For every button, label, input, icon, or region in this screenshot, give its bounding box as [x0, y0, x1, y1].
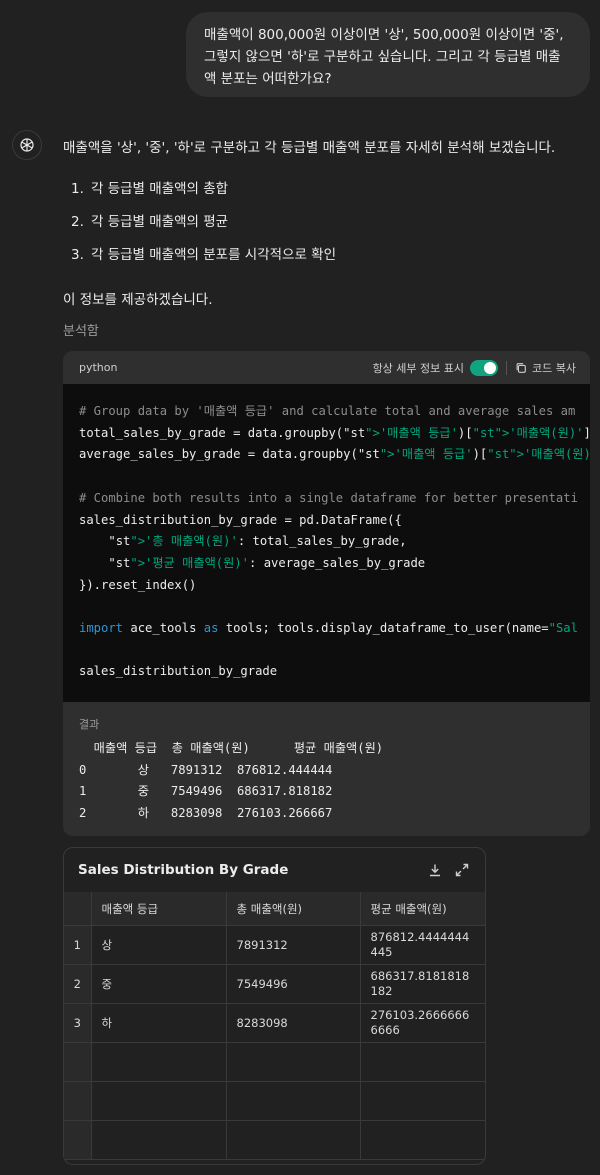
empty-row: [64, 1042, 485, 1082]
cell-avg[interactable]: 686317.8181818182: [360, 964, 485, 1004]
details-toggle-group[interactable]: 항상 세부 정보 표시: [372, 359, 499, 376]
result-line: 매출액 등급 총 매출액(원) 평균 매출액(원): [79, 741, 384, 755]
list-item: 3. 각 등급별 매출액의 분포를 시각적으로 확인: [71, 247, 337, 263]
code-line: import ace_tools as tools; tools.display…: [79, 621, 578, 636]
dataframe-title: Sales Distribution By Grade: [78, 862, 289, 878]
user-message-bubble: 매출액이 800,000원 이상이면 '상', 500,000원 이상이면 '중…: [186, 12, 590, 97]
copy-code-button[interactable]: 코드 복사: [515, 360, 576, 376]
assistant-intro: 매출액을 '상', '중', '하'로 구분하고 각 등급별 매출액 분포를 자…: [63, 140, 556, 156]
result-panel: 결과 매출액 등급 총 매출액(원) 평균 매출액(원) 0 상 7891312…: [63, 702, 590, 836]
code-line: "st">'평균 매출액(원)': average_sales_by_grade: [108, 555, 426, 570]
cell-total[interactable]: 7891312: [226, 925, 361, 965]
table-row[interactable]: 1 상 7891312 876812.4444444445: [64, 925, 485, 965]
code-card: python 항상 세부 정보 표시 코드 복사 # Group data by…: [63, 351, 590, 836]
code-line: # Group data by '매출액 등급' and calculate t…: [79, 404, 576, 418]
column-header[interactable]: 평균 매출액(원): [360, 892, 485, 926]
result-line: 2 하 8283098 276103.266667: [79, 805, 333, 820]
code-line: sales_distribution_by_grade = pd.DataFra…: [79, 512, 402, 527]
result-label: 결과: [79, 718, 100, 731]
code-line: total_sales_by_grade = data.groupby("st"…: [79, 425, 590, 440]
code-header: python 항상 세부 정보 표시 코드 복사: [63, 351, 590, 384]
column-header[interactable]: [64, 892, 92, 926]
code-line: # Combine both results into a single dat…: [79, 490, 578, 505]
expand-icon[interactable]: [453, 861, 471, 879]
empty-row: [64, 1081, 485, 1121]
header-divider: [506, 360, 508, 375]
copy-code-label: 코드 복사: [532, 361, 576, 375]
copy-icon: [516, 362, 526, 373]
code-body: # Group data by '매출액 등급' and calculate t…: [63, 384, 590, 702]
column-header[interactable]: 매출액 등급: [91, 892, 227, 926]
result-output: 매출액 등급 총 매출액(원) 평균 매출액(원) 0 상 7891312 87…: [79, 738, 590, 824]
code-language: python: [79, 361, 118, 374]
cell-total[interactable]: 8283098: [226, 1003, 361, 1043]
code-line: sales_distribution_by_grade: [79, 664, 278, 679]
download-icon[interactable]: [426, 861, 444, 879]
dataframe-table: 매출액 등급 총 매출액(원) 평균 매출액(원) 1 상 7891312 87…: [64, 892, 485, 1160]
cell-grade[interactable]: 상: [91, 925, 227, 965]
cell-total[interactable]: 7549496: [226, 964, 361, 1004]
table-row[interactable]: 3 하 8283098 276103.26666666666: [64, 1003, 485, 1043]
code-content: # Group data by '매출액 등급' and calculate t…: [63, 384, 590, 683]
table-header-row: 매출액 등급 총 매출액(원) 평균 매출액(원): [64, 892, 485, 926]
table-row[interactable]: 2 중 7549496 686317.8181818182: [64, 964, 485, 1004]
code-line: "st">'총 매출액(원)': total_sales_by_grade,: [108, 534, 407, 549]
row-index: 3: [64, 1003, 92, 1043]
cell-avg[interactable]: 876812.4444444445: [360, 925, 485, 965]
empty-row: [64, 1120, 485, 1160]
result-line: 1 중 7549496 686317.818182: [79, 784, 333, 798]
row-index: 2: [64, 964, 92, 1004]
cell-avg[interactable]: 276103.26666666666: [360, 1003, 485, 1043]
assistant-avatar: [12, 130, 42, 160]
list-item: 1. 각 등급별 매출액의 총합: [71, 181, 229, 197]
cell-grade[interactable]: 중: [91, 964, 227, 1004]
dataframe-header: Sales Distribution By Grade: [64, 848, 485, 892]
user-message-text: 매출액이 800,000원 이상이면 '상', 500,000원 이상이면 '중…: [204, 27, 564, 87]
details-toggle[interactable]: [470, 359, 499, 376]
toggle-label: 항상 세부 정보 표시: [372, 361, 465, 375]
code-line: }).reset_index(): [79, 577, 197, 592]
cell-grade[interactable]: 하: [91, 1003, 227, 1043]
list-item: 2. 각 등급별 매출액의 평균: [71, 214, 229, 230]
assistant-outro: 이 정보를 제공하겠습니다.: [63, 292, 213, 308]
result-line: 0 상 7891312 876812.444444: [79, 762, 333, 777]
openai-logo-icon: [20, 138, 34, 152]
steps-list: 1. 각 등급별 매출액의 총합 2. 각 등급별 매출액의 평균 3. 각 등급별 …: [63, 178, 336, 277]
dataframe-card: Sales Distribution By Grade 매출액 등급 총 매출액…: [63, 847, 486, 1165]
code-line: average_sales_by_grade = data.groupby("s…: [79, 447, 590, 462]
analyzed-label[interactable]: 분석함: [63, 320, 99, 339]
column-header[interactable]: 총 매출액(원): [226, 892, 361, 926]
row-index: 1: [64, 925, 92, 965]
